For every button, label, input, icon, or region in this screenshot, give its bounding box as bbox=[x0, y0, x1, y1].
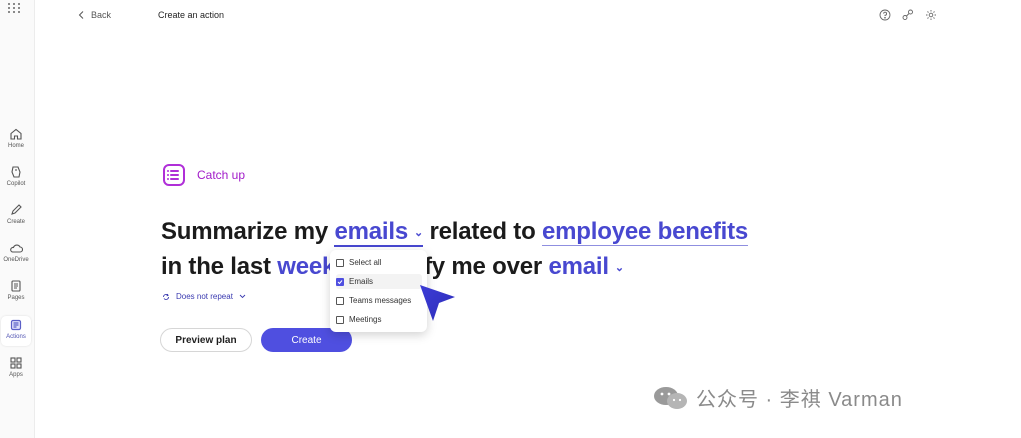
rail-item-label: Actions bbox=[6, 334, 26, 340]
left-rail: Home Copilot Create OneDrive Pages Actio… bbox=[0, 0, 35, 438]
back-button[interactable]: Back bbox=[78, 10, 111, 20]
channel-selector[interactable]: email ⌄ bbox=[548, 253, 624, 280]
prompt-line-1: Summarize my emails ⌄ related to employee… bbox=[161, 218, 748, 247]
rail-item-pages[interactable]: Pages bbox=[1, 277, 31, 307]
checkbox[interactable] bbox=[336, 258, 344, 267]
watermark-text: 公众号 · 李祺 Varman bbox=[696, 389, 903, 411]
checklist-icon bbox=[163, 164, 185, 186]
option-label: Select all bbox=[349, 258, 382, 267]
rail-item-label: Copilot bbox=[6, 181, 26, 187]
watermark: 公众号 · 李祺 Varman bbox=[652, 383, 903, 412]
option-emails[interactable]: Emails bbox=[336, 274, 422, 289]
cursor-pointer-icon bbox=[420, 285, 455, 321]
apps-icon bbox=[10, 357, 22, 369]
rail-item-label: Apps bbox=[9, 372, 23, 378]
page-title: Create an action bbox=[158, 10, 225, 20]
source-dropdown-menu: Select all Emails Teams messages Meeting… bbox=[330, 250, 427, 332]
rail-item-label: OneDrive bbox=[3, 257, 29, 263]
option-teams-messages[interactable]: Teams messages bbox=[336, 293, 422, 308]
back-label: Back bbox=[91, 10, 112, 20]
checkbox[interactable] bbox=[336, 277, 344, 286]
prompt-text: Summarize my bbox=[161, 218, 335, 245]
checkbox[interactable] bbox=[336, 296, 344, 305]
pen-icon bbox=[11, 204, 22, 215]
chevron-down-icon: ⌄ bbox=[414, 227, 424, 240]
repeat-label: Does not repeat bbox=[176, 292, 233, 301]
settings-icon[interactable] bbox=[925, 9, 937, 21]
source-selector[interactable]: emails ⌄ bbox=[334, 218, 423, 247]
actions-icon bbox=[10, 319, 22, 331]
topic-input[interactable]: employee benefits bbox=[542, 218, 748, 246]
chevron-down-icon bbox=[239, 294, 246, 299]
rail-item-actions[interactable]: Actions bbox=[1, 316, 31, 346]
option-label: Emails bbox=[349, 277, 374, 286]
share-icon[interactable] bbox=[902, 9, 914, 21]
template-name: Catch up bbox=[197, 168, 246, 182]
preview-plan-button[interactable]: Preview plan bbox=[160, 328, 252, 352]
checkmark-icon bbox=[337, 279, 343, 284]
rail-item-create[interactable]: Create bbox=[1, 201, 31, 231]
repeat-selector[interactable]: Does not repeat bbox=[162, 292, 246, 301]
rail-item-onedrive[interactable]: OneDrive bbox=[1, 239, 31, 269]
channel-value: email bbox=[548, 253, 609, 280]
rail-item-label: Home bbox=[7, 143, 24, 149]
copilot-icon bbox=[11, 166, 21, 178]
rail-item-label: Pages bbox=[7, 295, 25, 301]
rail-item-home[interactable]: Home bbox=[1, 125, 31, 155]
source-value: emails bbox=[334, 218, 409, 245]
prompt-text: related to bbox=[423, 218, 543, 245]
option-meetings[interactable]: Meetings bbox=[336, 312, 422, 327]
app-launcher-icon[interactable] bbox=[7, 2, 21, 14]
rail-item-label: Create bbox=[6, 219, 25, 225]
option-label: Teams messages bbox=[349, 296, 412, 305]
wechat-icon bbox=[654, 386, 687, 409]
prompt-text: in the last bbox=[161, 253, 278, 280]
chevron-down-icon: ⌄ bbox=[614, 262, 624, 275]
checkbox[interactable] bbox=[336, 315, 344, 324]
rail-item-copilot[interactable]: Copilot bbox=[1, 163, 31, 193]
repeat-icon bbox=[163, 293, 169, 300]
help-icon[interactable] bbox=[879, 9, 891, 21]
chevron-left-icon bbox=[78, 11, 84, 19]
option-select-all[interactable]: Select all bbox=[336, 255, 422, 270]
home-icon bbox=[10, 128, 22, 140]
option-label: Meetings bbox=[349, 315, 382, 324]
rail-item-apps[interactable]: Apps bbox=[1, 354, 31, 384]
action-template: Catch up bbox=[163, 164, 245, 186]
period-selector[interactable]: week bbox=[277, 253, 335, 280]
cloud-icon bbox=[10, 244, 23, 253]
pages-icon bbox=[11, 280, 21, 292]
